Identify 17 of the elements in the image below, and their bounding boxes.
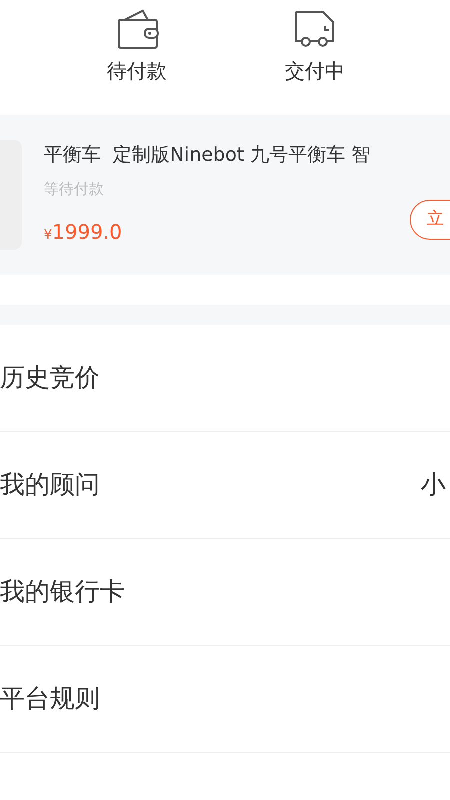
menu-item[interactable]: 我的顾问 小: [0, 432, 450, 539]
menu-value: 小: [421, 469, 446, 502]
menu-label: 我的银行卡: [0, 576, 125, 608]
wallet-icon: [115, 8, 159, 50]
order-tab[interactable]: 待付款: [87, 8, 187, 86]
price-amount: 1999.0: [52, 220, 122, 244]
order-tab[interactable]: 交付中: [265, 8, 365, 86]
menu-item[interactable]: 我的银行卡: [0, 539, 450, 646]
currency-symbol: ¥: [44, 228, 52, 243]
menu-label: 我的顾问: [0, 469, 100, 502]
menu-item[interactable]: 平台规则: [0, 646, 450, 753]
menu-item[interactable]: 历史竞价: [0, 325, 450, 432]
menu-label: 平台规则: [0, 683, 100, 716]
product-title: 平衡车 定制版Ninebot 九号平衡车 智: [44, 143, 371, 168]
order-status: 等待付款: [44, 179, 104, 200]
truck-icon: [293, 8, 337, 50]
menu-label: 历史竞价: [0, 362, 100, 394]
